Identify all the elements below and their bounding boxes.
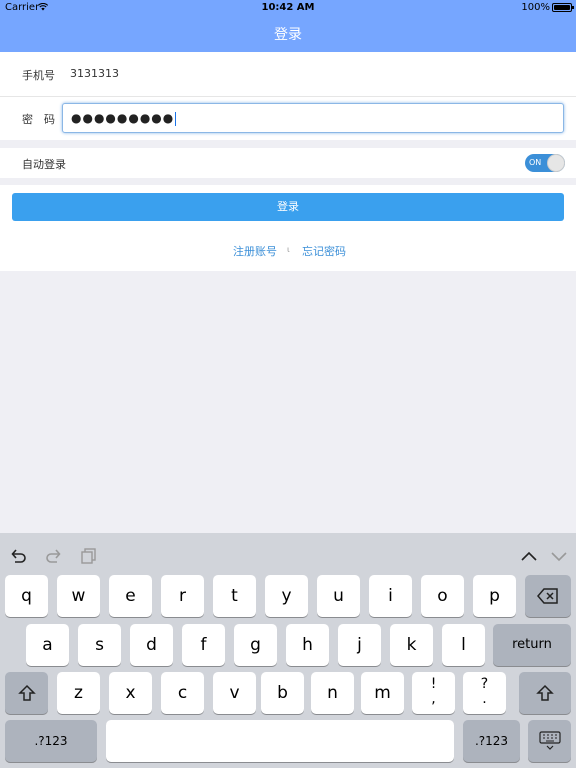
key-c[interactable]: c — [161, 672, 204, 714]
toggle-knob — [547, 154, 565, 172]
auto-login-toggle[interactable]: ON — [525, 154, 565, 172]
key-v[interactable]: v — [213, 672, 256, 714]
key-u[interactable]: u — [317, 575, 360, 617]
key-b[interactable]: b — [261, 672, 304, 714]
key-r[interactable]: r — [161, 575, 204, 617]
key-a[interactable]: a — [26, 624, 69, 666]
key-p[interactable]: p — [473, 575, 516, 617]
battery-icon — [552, 3, 574, 12]
chevron-down-icon[interactable] — [550, 547, 568, 565]
key-d[interactable]: d — [130, 624, 173, 666]
key-m[interactable]: m — [361, 672, 404, 714]
key-exclaim-comma[interactable]: ! , — [412, 672, 455, 714]
key-n[interactable]: n — [311, 672, 354, 714]
keyboard-dismiss-icon — [538, 731, 561, 750]
key-w[interactable]: w — [57, 575, 100, 617]
key-s[interactable]: s — [78, 624, 121, 666]
key-h[interactable]: h — [286, 624, 329, 666]
register-link[interactable]: 注册账号 — [233, 243, 277, 259]
key-g[interactable]: g — [234, 624, 277, 666]
shift-icon — [17, 684, 36, 701]
clock: 10:42 AM — [261, 2, 315, 13]
shift-key-right[interactable] — [519, 672, 571, 714]
password-label: 密 码 — [22, 113, 55, 126]
key-exclaim-top: ! — [430, 676, 437, 692]
redo-icon[interactable] — [44, 547, 62, 565]
chevron-up-icon[interactable] — [520, 547, 538, 565]
key-f[interactable]: f — [182, 624, 225, 666]
navigation-bar: Carrier 10:42 AM 100% 登录 — [0, 0, 576, 52]
phone-input[interactable]: 3131313 — [70, 67, 119, 80]
auto-login-row: 自动登录 — [0, 148, 576, 178]
undo-icon[interactable] — [10, 547, 28, 565]
phone-label: 手机号 — [22, 69, 55, 82]
return-key[interactable]: return — [493, 624, 571, 666]
key-question-period[interactable]: ? . — [463, 672, 506, 714]
password-value: ●●●●●●●●● — [71, 111, 175, 125]
dismiss-keyboard-key[interactable] — [528, 720, 571, 762]
shift-key-left[interactable] — [5, 672, 48, 714]
page-title: 登录 — [274, 27, 302, 43]
status-bar: Carrier 10:42 AM 100% — [0, 0, 576, 16]
battery-percent: 100% — [521, 2, 550, 13]
key-period-bottom: . — [482, 691, 487, 707]
key-e[interactable]: e — [109, 575, 152, 617]
key-z[interactable]: z — [57, 672, 100, 714]
key-k[interactable]: k — [390, 624, 433, 666]
forgot-password-link[interactable]: 忘记密码 — [302, 243, 346, 259]
divider — [0, 96, 576, 97]
key-t[interactable]: t — [213, 575, 256, 617]
toggle-state-label: ON — [529, 158, 542, 167]
keyboard: q w e r t y u i o p a s d f g h j k l re… — [0, 533, 576, 768]
key-j[interactable]: j — [338, 624, 381, 666]
key-question-top: ? — [480, 676, 489, 692]
password-input[interactable]: ●●●●●●●●● — [62, 103, 564, 133]
key-y[interactable]: y — [265, 575, 308, 617]
numbers-key-left[interactable]: .?123 — [5, 720, 97, 762]
paste-icon[interactable] — [80, 547, 98, 565]
key-l[interactable]: l — [442, 624, 485, 666]
key-x[interactable]: x — [109, 672, 152, 714]
key-i[interactable]: i — [369, 575, 412, 617]
auto-login-label: 自动登录 — [22, 158, 66, 171]
text-caret — [175, 111, 177, 126]
key-o[interactable]: o — [421, 575, 464, 617]
link-separator: ι — [287, 245, 290, 254]
login-button[interactable]: 登录 — [12, 193, 564, 221]
key-q[interactable]: q — [5, 575, 48, 617]
key-comma-bottom: , — [431, 691, 436, 707]
backspace-key[interactable] — [525, 575, 571, 617]
shift-icon — [536, 684, 554, 701]
numbers-key-right[interactable]: .?123 — [463, 720, 520, 762]
space-key[interactable] — [106, 720, 454, 762]
backspace-icon — [537, 588, 558, 604]
